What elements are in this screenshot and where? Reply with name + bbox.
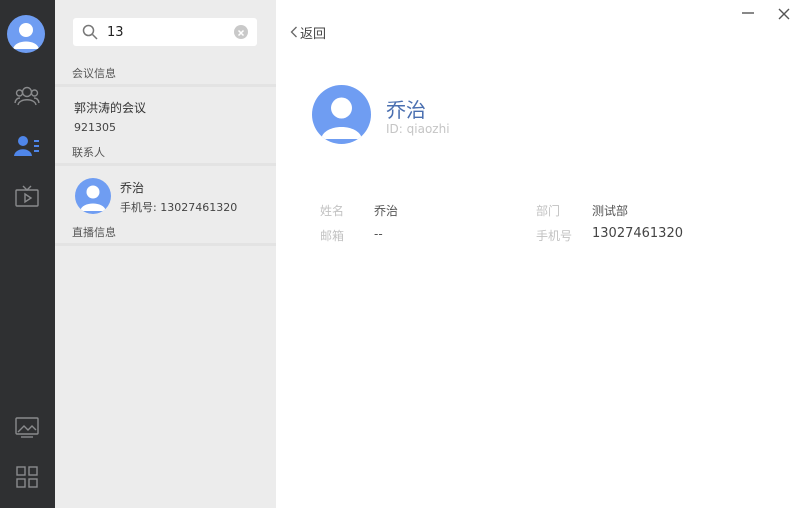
search-results-panel: 会议信息 郭洪涛的会议 921305 联系人 乔治 手机号: 130274613… [55,0,276,508]
contact-phone-value: 13027461320 [160,201,238,214]
screen-share-icon[interactable] [12,413,42,441]
section-meetings-header: 会议信息 [55,67,276,87]
search-input[interactable] [107,21,227,43]
contacts-group-icon[interactable] [12,82,42,110]
profile-id-value: qiaozhi [406,122,450,136]
profile-name: 乔治 [386,98,426,122]
side-rail [0,0,55,508]
meeting-result-item[interactable]: 郭洪涛的会议 921305 [55,92,276,144]
contact-result-item[interactable]: 乔治 手机号: 13027461320 [55,172,276,220]
contact-phone-label: 手机号: [120,201,157,214]
field-label-email: 邮箱 [320,229,345,243]
contact-phone: 手机号: 13027461320 [120,199,237,215]
live-tv-icon[interactable] [12,182,42,210]
minimize-icon[interactable] [740,6,756,22]
field-value-phone: 13027461320 [592,226,683,241]
field-value-name: 乔治 [374,204,399,218]
field-value-department: 测试部 [592,204,629,218]
back-label: 返回 [300,26,327,42]
apps-grid-icon[interactable] [12,463,42,491]
user-avatar-icon[interactable] [7,15,45,53]
section-live-header: 直播信息 [55,226,276,246]
search-box[interactable] [73,18,257,46]
meeting-name: 郭洪涛的会议 [74,101,147,115]
field-label-department: 部门 [536,204,561,218]
profile-avatar-icon [312,85,371,144]
chevron-left-icon [290,26,297,38]
profile-id: ID: qiaozhi [386,122,450,136]
back-button[interactable]: 返回 [290,22,326,42]
clear-icon[interactable] [234,25,248,39]
field-label-phone: 手机号 [536,229,573,243]
contact-list-icon[interactable] [12,132,42,160]
contact-name: 乔治 [120,181,145,195]
field-label-name: 姓名 [320,204,345,218]
field-value-email: -- [374,227,383,241]
search-icon [82,24,98,40]
meeting-number: 921305 [74,121,116,134]
section-contacts-header: 联系人 [55,146,276,166]
profile-id-label: ID: [386,122,403,136]
close-icon[interactable] [776,6,792,22]
contact-avatar-icon [75,178,111,214]
